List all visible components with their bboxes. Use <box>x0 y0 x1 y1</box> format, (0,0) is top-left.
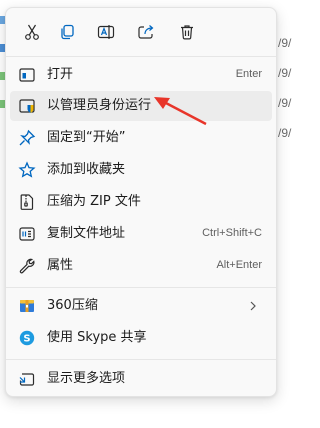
menu-item-label: 复制文件地址 <box>47 226 126 241</box>
pin-icon <box>19 129 36 146</box>
context-menu: 打开 Enter 以管理员身份运行 固定到“开始” 添加到收藏夹 压缩为 ZIP… <box>5 7 277 397</box>
menu-item-shortcut: Alt+Enter <box>216 259 262 271</box>
menu-item-label: 打开 <box>47 67 74 82</box>
bg-date-fragment: /9/ <box>278 36 292 50</box>
zip-icon <box>20 194 34 210</box>
menu-item-label: 添加到收藏夹 <box>47 162 126 177</box>
menu-item-open[interactable]: 打开 Enter <box>10 60 272 90</box>
context-menu-toolbar <box>6 8 276 56</box>
menu-separator <box>6 56 276 57</box>
copy-icon <box>61 24 74 40</box>
rename-button[interactable] <box>93 19 119 45</box>
bg-date-fragment: /9/ <box>278 96 292 110</box>
menu-item-shortcut: Ctrl+Shift+C <box>202 227 262 239</box>
cut-icon <box>25 24 39 40</box>
annotation-arrow <box>154 97 207 126</box>
svg-text:S: S <box>23 334 30 345</box>
skype-icon: S <box>19 330 35 346</box>
menu-item-label: 属性 <box>47 258 74 273</box>
delete-button[interactable] <box>174 19 200 45</box>
bg-date-fragment: /9/ <box>278 66 292 80</box>
open-icon <box>19 68 35 82</box>
menu-item-label: 压缩为 ZIP 文件 <box>47 194 141 209</box>
copy-button[interactable] <box>54 19 80 45</box>
rename-icon <box>97 25 115 39</box>
menu-item-360-compress[interactable]: 360压缩 <box>10 291 272 321</box>
menu-item-label: 360压缩 <box>47 298 98 313</box>
menu-item-copy-path[interactable]: 复制文件地址 Ctrl+Shift+C <box>10 219 272 249</box>
menu-item-label: 使用 Skype 共享 <box>47 330 147 345</box>
menu-item-show-more-options[interactable]: 显示更多选项 <box>10 364 272 394</box>
menu-item-share-skype[interactable]: S 使用 Skype 共享 <box>10 323 272 353</box>
more-options-icon <box>19 373 35 386</box>
cut-button[interactable] <box>19 19 45 45</box>
share-button[interactable] <box>133 19 159 45</box>
menu-item-add-to-favorites[interactable]: 添加到收藏夹 <box>10 155 272 185</box>
360-compress-icon <box>20 300 34 312</box>
menu-item-run-as-admin[interactable]: 以管理员身份运行 <box>10 91 272 121</box>
menu-item-label: 以管理员身份运行 <box>47 98 152 113</box>
menu-item-label: 固定到“开始” <box>47 130 126 145</box>
delete-icon <box>181 25 193 40</box>
menu-separator <box>6 287 276 288</box>
wrench-icon <box>19 258 35 274</box>
share-icon <box>138 25 154 39</box>
menu-item-pin-to-start[interactable]: 固定到“开始” <box>10 123 272 153</box>
menu-item-compress-zip[interactable]: 压缩为 ZIP 文件 <box>10 187 272 217</box>
menu-separator <box>6 359 276 360</box>
menu-item-properties[interactable]: 属性 Alt+Enter <box>10 251 272 281</box>
chevron-right-icon <box>250 301 256 311</box>
bg-date-fragment: /9/ <box>278 126 292 140</box>
shield-run-as-admin-icon <box>19 99 35 113</box>
copy-path-icon <box>19 227 35 241</box>
menu-item-shortcut: Enter <box>235 68 262 80</box>
star-icon <box>18 161 36 178</box>
menu-item-label: 显示更多选项 <box>47 371 126 386</box>
